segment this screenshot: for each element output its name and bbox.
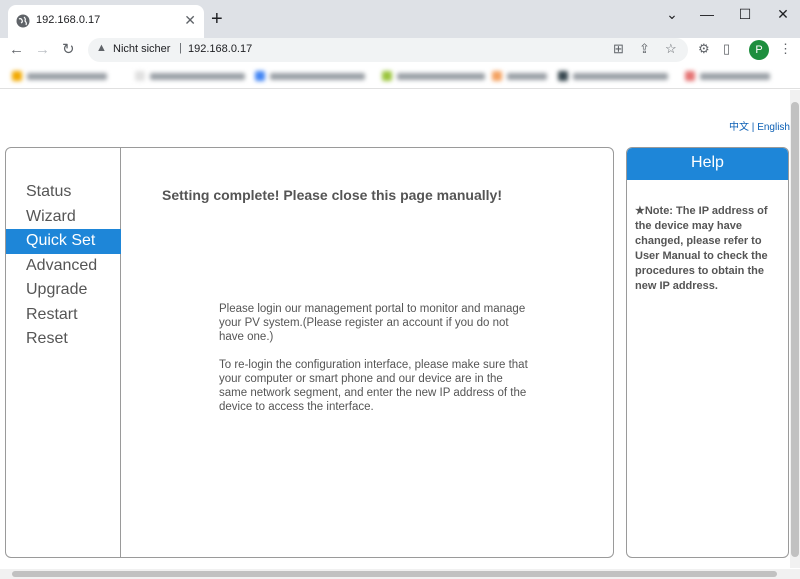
- setting-complete-message: Setting complete! Please close this page…: [162, 187, 502, 203]
- bookmark-item[interactable]: [558, 70, 668, 82]
- bookmark-star-icon[interactable]: ☆: [665, 41, 677, 57]
- tab-search-icon[interactable]: ⌄: [660, 4, 684, 24]
- help-title: Help: [627, 148, 788, 180]
- browser-tab[interactable]: 192.168.0.17 ✕: [8, 5, 204, 38]
- security-status[interactable]: Nicht sicher: [113, 43, 170, 55]
- url-divider: |: [179, 42, 182, 54]
- sidebar-menu: Status Wizard Quick Set Advanced Upgrade…: [6, 180, 121, 352]
- minimize-button[interactable]: —: [695, 4, 719, 24]
- menu-item-quick-set[interactable]: Quick Set: [6, 229, 121, 254]
- vertical-scroll-thumb[interactable]: [791, 102, 799, 557]
- bookmark-item[interactable]: [382, 70, 485, 82]
- reload-button[interactable]: ↻: [62, 41, 75, 59]
- help-note: ★Note: The IP address of the device may …: [635, 205, 768, 292]
- lang-english-link[interactable]: English: [757, 122, 790, 133]
- profile-avatar[interactable]: P: [749, 40, 769, 60]
- sidebar: Status Wizard Quick Set Advanced Upgrade…: [6, 148, 121, 557]
- share-icon[interactable]: ⇪: [639, 41, 650, 57]
- side-panel-icon[interactable]: ▯: [723, 41, 730, 57]
- content-area: Setting complete! Please close this page…: [122, 148, 613, 557]
- address-bar[interactable]: ▲ Nicht sicher | 192.168.0.17 ⊞ ⇪ ☆: [88, 38, 688, 62]
- menu-item-upgrade[interactable]: Upgrade: [6, 278, 121, 303]
- bookmark-item[interactable]: [685, 70, 770, 82]
- new-tab-button[interactable]: +: [211, 8, 223, 30]
- bookmark-item[interactable]: [255, 70, 365, 82]
- extensions-icon[interactable]: ⚙: [698, 41, 710, 57]
- relogin-info-text: To re-login the configuration interface,…: [219, 359, 528, 413]
- bookmark-item[interactable]: [492, 70, 547, 82]
- tab-close-icon[interactable]: ✕: [184, 12, 196, 28]
- lang-chinese-link[interactable]: 中文: [729, 122, 749, 133]
- portal-info-text: Please login our management portal to mo…: [219, 303, 526, 343]
- tab-title: 192.168.0.17: [36, 14, 101, 26]
- menu-item-wizard[interactable]: Wizard: [6, 205, 121, 230]
- forward-button[interactable]: →: [35, 41, 50, 59]
- back-button[interactable]: ←: [9, 41, 24, 59]
- warning-icon: ▲: [96, 42, 107, 54]
- bookmark-item[interactable]: [12, 70, 107, 82]
- language-switch: 中文 | English: [729, 118, 790, 133]
- menu-item-reset[interactable]: Reset: [6, 327, 121, 352]
- main-panel: Status Wizard Quick Set Advanced Upgrade…: [5, 147, 614, 558]
- close-window-button[interactable]: ✕: [771, 4, 795, 24]
- horizontal-scrollbar[interactable]: [0, 569, 800, 579]
- menu-item-restart[interactable]: Restart: [6, 303, 121, 328]
- menu-icon[interactable]: ⋮: [779, 41, 792, 57]
- browser-toolbar: ← → ↻ ▲ Nicht sicher | 192.168.0.17 ⊞ ⇪ …: [0, 38, 800, 62]
- translate-icon[interactable]: ⊞: [613, 41, 624, 57]
- help-panel: Help ★Note: The IP address of the device…: [626, 147, 789, 558]
- bookmarks-bar: [0, 62, 800, 89]
- lang-separator: |: [751, 122, 755, 133]
- menu-item-status[interactable]: Status: [6, 180, 121, 205]
- tab-strip: 192.168.0.17 ✕ + ⌄ — ☐ ✕: [0, 0, 800, 38]
- menu-item-advanced[interactable]: Advanced: [6, 254, 121, 279]
- bookmark-item[interactable]: [135, 70, 245, 82]
- maximize-button[interactable]: ☐: [733, 4, 757, 24]
- globe-icon: [16, 14, 30, 28]
- horizontal-scroll-thumb[interactable]: [12, 571, 777, 577]
- vertical-scrollbar[interactable]: [790, 90, 800, 568]
- url-text[interactable]: 192.168.0.17: [188, 43, 252, 55]
